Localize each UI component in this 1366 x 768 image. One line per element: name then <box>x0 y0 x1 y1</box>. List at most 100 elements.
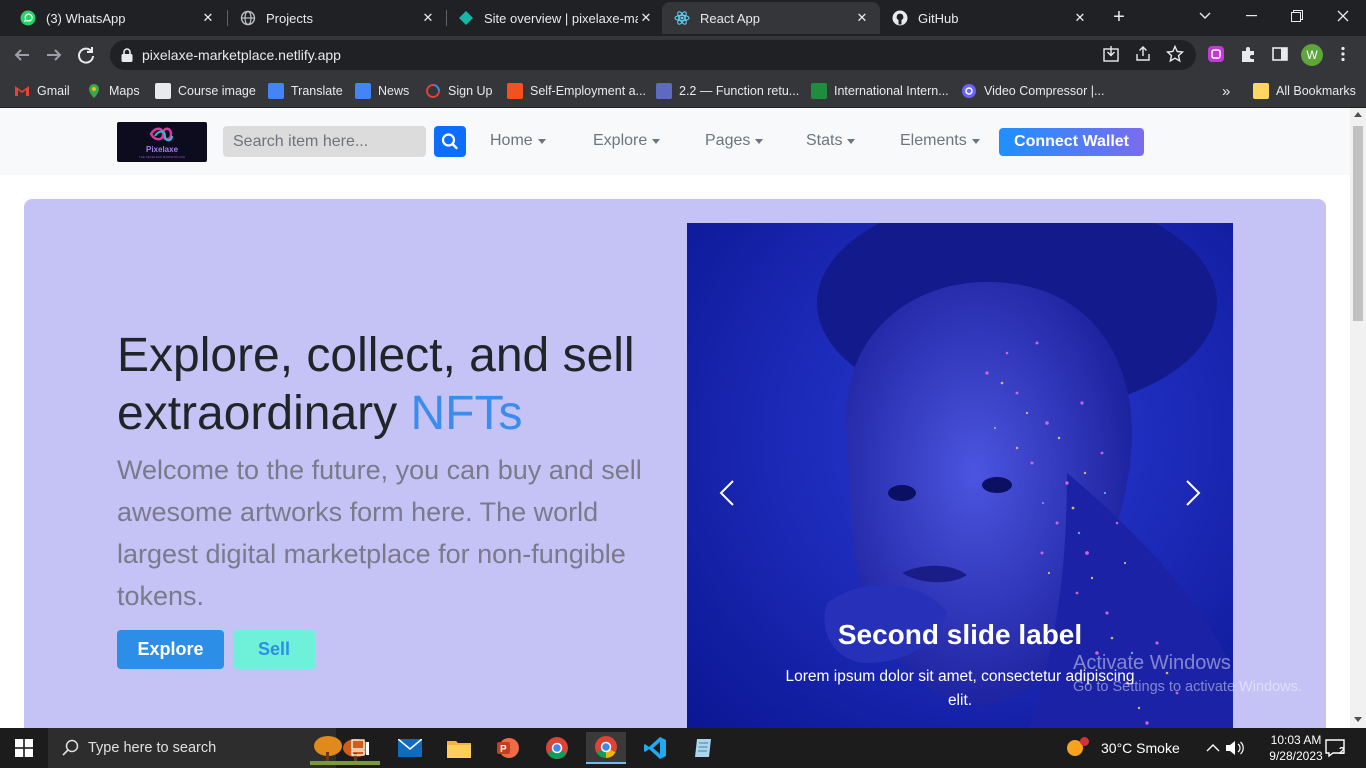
more-bookmarks-chevron-icon[interactable]: » <box>1222 82 1230 100</box>
caret-down-icon <box>652 138 661 144</box>
nav-label: Explore <box>593 132 648 149</box>
hero-title: Explore, collect, and sell extraordinary… <box>117 327 677 443</box>
address-bar[interactable]: pixelaxe-marketplace.netlify.app <box>110 40 1196 70</box>
install-app-icon[interactable] <box>1101 45 1121 65</box>
bookmark-label: Self-Employment a... <box>530 84 647 98</box>
new-tab-button[interactable]: + <box>1108 6 1130 28</box>
tab-netlify[interactable]: Site overview | pixelaxe-marl ✕ <box>446 2 664 34</box>
web-page: Pixelaxe THE SEAMLESS MARKETPLACE Home E… <box>0 108 1350 728</box>
bookmark-gmail[interactable]: Gmail <box>14 82 70 100</box>
bookmark-video-compressor[interactable]: Video Compressor |... <box>961 82 1104 100</box>
weather-text[interactable]: 30°C Smoke <box>1101 740 1180 756</box>
search-icon <box>441 133 458 150</box>
share-icon[interactable] <box>1133 45 1153 65</box>
connect-wallet-button[interactable]: Connect Wallet <box>999 128 1144 156</box>
kebab-menu-icon[interactable] <box>1333 45 1353 65</box>
caret-down-icon <box>755 138 764 144</box>
back-icon[interactable] <box>10 43 34 67</box>
tab-title: Site overview | pixelaxe-marl <box>484 10 638 26</box>
watermark-line-1: Activate Windows <box>1073 652 1231 674</box>
minimize-icon[interactable] <box>1228 0 1274 32</box>
notification-center-icon[interactable]: 2 <box>1318 732 1354 764</box>
tab-title: React App <box>700 10 760 26</box>
weather-icon[interactable] <box>1064 732 1090 764</box>
tab-projects[interactable]: Projects ✕ <box>228 2 446 34</box>
close-icon[interactable]: ✕ <box>1072 10 1088 26</box>
globe-icon <box>240 10 256 26</box>
powerpoint-icon[interactable]: P <box>488 732 528 764</box>
hero-title-accent: NFTs <box>410 387 523 440</box>
close-icon[interactable]: ✕ <box>638 10 654 26</box>
bookmark-maps[interactable]: Maps <box>86 82 140 100</box>
bookmark-sign-up[interactable]: Sign Up <box>425 82 492 100</box>
puzzle-icon[interactable] <box>1238 45 1258 65</box>
url-text[interactable]: pixelaxe-marketplace.netlify.app <box>142 47 341 63</box>
forward-icon[interactable] <box>42 43 66 67</box>
s-logo-icon <box>507 83 523 99</box>
sell-button[interactable]: Sell <box>233 630 315 669</box>
carousel-prev-icon[interactable] <box>713 473 743 513</box>
side-panel-icon[interactable] <box>1270 45 1290 65</box>
close-icon[interactable]: ✕ <box>420 10 436 26</box>
page-scrollbar[interactable] <box>1350 108 1366 728</box>
nav-explore[interactable]: Explore <box>593 132 661 150</box>
search-button[interactable] <box>434 126 466 157</box>
notification-count-badge: 2 <box>1339 746 1345 757</box>
scroll-up-arrow-icon[interactable] <box>1354 112 1362 117</box>
nav-pages[interactable]: Pages <box>705 132 764 150</box>
nav-stats[interactable]: Stats <box>806 132 856 150</box>
bookmark-label: Gmail <box>37 84 70 98</box>
browser-toolbar: pixelaxe-marketplace.netlify.app W <box>0 36 1366 74</box>
scroll-down-arrow-icon[interactable] <box>1354 717 1362 722</box>
scroll-thumb[interactable] <box>1353 126 1363 321</box>
notepad-icon[interactable] <box>684 732 724 764</box>
chrome-profile-icon[interactable] <box>537 732 577 764</box>
bookmark-label: Course image <box>178 84 256 98</box>
close-window-icon[interactable] <box>1320 0 1366 32</box>
file-explorer-icon[interactable] <box>439 732 479 764</box>
pixelaxe-logo[interactable]: Pixelaxe THE SEAMLESS MARKETPLACE <box>117 122 207 162</box>
bookmark-news[interactable]: News <box>355 82 409 100</box>
taskbar-search-box[interactable]: Type here to search <box>48 728 380 768</box>
extension-icon[interactable] <box>1206 45 1226 65</box>
bookmark-self-employment[interactable]: Self-Employment a... <box>507 82 646 100</box>
volume-icon[interactable] <box>1222 732 1248 764</box>
tab-github[interactable]: GitHub ✕ <box>880 2 1098 34</box>
taskbar-search-placeholder: Type here to search <box>88 740 217 756</box>
hero-title-main: Explore, collect, and sell extraordinary <box>117 329 635 440</box>
tab-whatsapp[interactable]: (3) WhatsApp ✕ <box>8 2 226 34</box>
mail-icon[interactable] <box>390 732 430 764</box>
reload-icon[interactable] <box>74 43 98 67</box>
bookmark-function[interactable]: 2.2 — Function retu... <box>656 82 799 100</box>
bookmark-star-icon[interactable] <box>1165 44 1185 65</box>
tab-react-app[interactable]: React App ✕ <box>662 2 880 34</box>
image-icon <box>155 83 171 99</box>
lock-icon <box>120 47 134 63</box>
search-input[interactable] <box>223 126 426 157</box>
task-view-icon[interactable] <box>341 732 381 764</box>
carousel-next-icon[interactable] <box>1177 473 1207 513</box>
maps-icon <box>86 83 102 99</box>
bookmark-international[interactable]: International Intern... <box>811 82 949 100</box>
all-bookmarks[interactable]: All Bookmarks <box>1253 82 1356 100</box>
close-icon[interactable]: ✕ <box>200 10 216 26</box>
bookmark-label: Video Compressor |... <box>984 84 1105 98</box>
bookmark-course-image[interactable]: Course image <box>155 82 256 100</box>
nav-elements[interactable]: Elements <box>900 132 980 150</box>
folder-icon <box>1253 83 1269 99</box>
close-icon[interactable]: ✕ <box>854 10 870 26</box>
tab-title: (3) WhatsApp <box>46 10 126 26</box>
nav-home[interactable]: Home <box>490 132 546 150</box>
explore-button[interactable]: Explore <box>117 630 224 669</box>
chrome-icon[interactable] <box>586 732 626 764</box>
bookmark-label: Translate <box>291 84 343 98</box>
watermark-line-2: Go to Settings to activate Windows. <box>1073 679 1302 695</box>
tab-search-icon[interactable] <box>1182 0 1228 32</box>
compressor-icon <box>961 83 977 99</box>
restore-icon[interactable] <box>1274 0 1320 32</box>
bookmark-label: Sign Up <box>448 84 493 98</box>
vscode-icon[interactable] <box>635 732 675 764</box>
bookmark-translate[interactable]: Translate <box>268 82 343 100</box>
profile-avatar[interactable]: W <box>1301 44 1323 66</box>
windows-start-icon[interactable] <box>4 732 44 764</box>
